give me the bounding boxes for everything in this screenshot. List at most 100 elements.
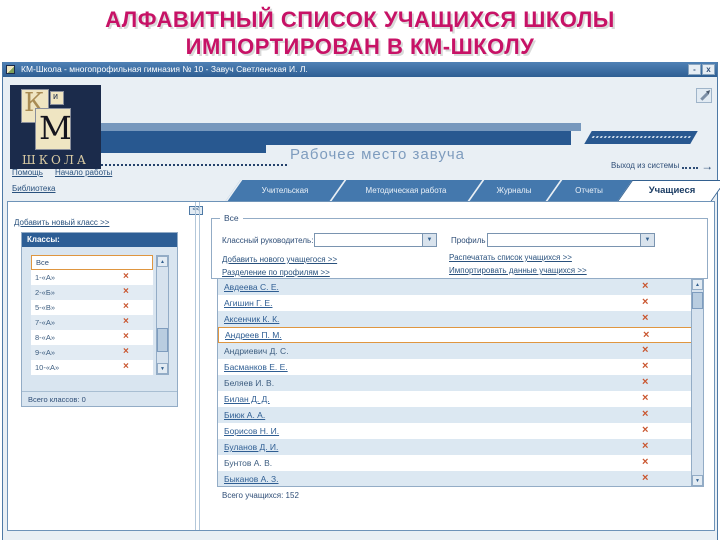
student-name: Беляев И. В. <box>224 378 275 388</box>
student-row[interactable]: Андриевич Д. С. × <box>218 343 703 359</box>
delete-student-icon[interactable]: × <box>642 473 648 484</box>
library-link[interactable]: Библиотека <box>12 184 56 193</box>
delete-student-icon[interactable]: × <box>642 345 648 356</box>
delete-student-icon[interactable]: × <box>642 393 648 404</box>
help-link[interactable]: Помощь <box>12 168 43 177</box>
student-name-link[interactable]: Буланов Д. И. <box>224 442 278 452</box>
profile-select[interactable]: ▼ <box>487 233 655 247</box>
class-list-scrollbar[interactable]: ▲ ▼ <box>156 255 169 375</box>
window-titlebar: КМ-Школа - многопрофильная гимназия № 10… <box>3 62 717 77</box>
close-button[interactable]: x <box>702 64 715 75</box>
delete-class-icon[interactable]: × <box>123 317 129 327</box>
student-name-link[interactable]: Билан Д. Д. <box>224 394 270 404</box>
logo-tile-m: М <box>36 109 72 149</box>
student-name-link[interactable]: Агишин Г. Е. <box>224 298 272 308</box>
delete-student-icon[interactable]: × <box>642 409 648 420</box>
student-name-link[interactable]: Андреев П. М. <box>225 330 282 340</box>
class-item[interactable]: 7-«А» × <box>31 315 153 330</box>
delete-class-icon[interactable]: × <box>123 347 129 357</box>
import-data-link[interactable]: Импортировать данные учащихся >> <box>449 266 587 275</box>
delete-class-icon[interactable]: × <box>123 332 129 342</box>
student-row[interactable]: Агишин Г. Е. × <box>218 295 703 311</box>
classes-panel-header: Классы: <box>22 233 177 247</box>
panel-splitter[interactable] <box>195 202 200 530</box>
class-item[interactable]: 8-«А» × <box>31 330 153 345</box>
header-band-left <box>101 131 266 153</box>
student-row-selected[interactable]: Андреев П. М. × <box>218 327 703 343</box>
delete-class-icon[interactable]: × <box>123 287 129 297</box>
slide: АЛФАВИТНЫЙ СПИСОК УЧАЩИХСЯ ШКОЛЫ ИМПОРТИ… <box>0 0 720 540</box>
teacher-select[interactable]: ▼ <box>314 233 437 247</box>
class-item[interactable]: 5-«В» × <box>31 300 153 315</box>
minimize-button[interactable]: - <box>688 64 701 75</box>
scroll-up-button[interactable]: ▲ <box>692 279 703 290</box>
student-name-link[interactable]: Басманков Е. Е. <box>224 362 288 372</box>
dropdown-arrow-icon[interactable]: ▼ <box>640 234 654 246</box>
tab-students[interactable]: Учащиеся <box>617 180 720 201</box>
student-name-link[interactable]: Авдеева С. Е. <box>224 282 279 292</box>
dotted-divider <box>101 158 287 166</box>
add-student-link[interactable]: Добавить нового учащегося >> <box>222 255 337 264</box>
student-row[interactable]: Басманков Е. Е. × <box>218 359 703 375</box>
class-item[interactable]: 10-«А» × <box>31 360 153 375</box>
tab-journals[interactable]: Журналы <box>467 180 561 201</box>
delete-student-icon[interactable]: × <box>642 377 648 388</box>
class-item[interactable]: 1-«А» × <box>31 270 153 285</box>
tab-methodical-work[interactable]: Методическая работа <box>329 180 483 201</box>
student-row[interactable]: Авдеева С. Е. × <box>218 279 703 295</box>
app-window: КМ-Школа - многопрофильная гимназия № 10… <box>2 62 720 540</box>
student-row[interactable]: Бунтов А. В. × <box>218 455 703 471</box>
classes-total: Всего классов: 0 <box>22 391 177 406</box>
logout-arrow-icon: → <box>701 158 714 173</box>
student-row[interactable]: Билан Д. Д. × <box>218 391 703 407</box>
delete-student-icon[interactable]: × <box>642 281 648 292</box>
class-item-all[interactable]: Все <box>31 255 153 270</box>
delete-student-icon[interactable]: × <box>642 361 648 372</box>
delete-student-icon[interactable]: × <box>642 425 648 436</box>
student-name: Бунтов А. В. <box>224 458 273 468</box>
student-row[interactable]: Биюк А. А. × <box>218 407 703 423</box>
students-total: Всего учащихся: 152 <box>222 491 299 500</box>
delete-student-icon[interactable]: × <box>642 297 648 308</box>
delete-class-icon[interactable]: × <box>123 272 129 282</box>
delete-class-icon[interactable]: × <box>123 302 129 312</box>
student-name-link[interactable]: Быканов А. З. <box>224 474 279 484</box>
scrollbar-thumb[interactable] <box>157 328 168 352</box>
slide-title-line2: ИМПОРТИРОВАН В КМ-ШКОЛУ <box>185 34 535 59</box>
student-name-link[interactable]: Биюк А. А. <box>224 410 265 420</box>
print-list-link[interactable]: Распечатать список учащихся >> <box>449 253 572 262</box>
student-row[interactable]: Борисов Н. И. × <box>218 423 703 439</box>
dropdown-arrow-icon[interactable]: ▼ <box>422 234 436 246</box>
student-row[interactable]: Быканов А. З. × <box>218 471 703 486</box>
split-profiles-link[interactable]: Разделение по профилям >> <box>222 268 330 277</box>
logo-tile-i: и <box>51 91 63 104</box>
km-school-logo: К и М ШКОЛА <box>10 85 101 169</box>
delete-class-icon[interactable]: × <box>123 362 129 372</box>
tab-bar: Учительская Методическая работа Журналы … <box>225 180 720 201</box>
scroll-up-button[interactable]: ▲ <box>157 256 168 267</box>
student-name-link[interactable]: Аксенчик К. К. <box>224 314 279 324</box>
scroll-down-button[interactable]: ▼ <box>157 363 168 374</box>
profile-label: Профиль : <box>451 236 490 245</box>
edit-button[interactable] <box>696 88 712 103</box>
delete-student-icon[interactable]: × <box>642 457 648 468</box>
student-name-link[interactable]: Борисов Н. И. <box>224 426 279 436</box>
tab-teachers-room[interactable]: Учительская <box>225 180 345 201</box>
scrollbar-thumb[interactable] <box>692 292 703 309</box>
student-row[interactable]: Беляев И. В. × <box>218 375 703 391</box>
delete-student-icon[interactable]: × <box>642 441 648 452</box>
scroll-down-button[interactable]: ▼ <box>692 475 703 486</box>
student-list-scrollbar[interactable]: ▲ ▼ <box>691 279 703 486</box>
classes-panel: Классы: Все 1-«А» × 2-«Б» × 5-«В» × 7-«А… <box>21 232 178 407</box>
student-row[interactable]: Буланов Д. И. × <box>218 439 703 455</box>
delete-student-icon[interactable]: × <box>643 330 649 341</box>
student-row[interactable]: Аксенчик К. К. × <box>218 311 703 327</box>
tab-reports[interactable]: Отчеты <box>545 180 633 201</box>
start-work-link[interactable]: Начало работы <box>55 168 112 177</box>
logout-link[interactable]: Выход из системы → <box>611 158 714 173</box>
add-class-link[interactable]: Добавить новый класс >> <box>14 218 109 227</box>
class-list: Все 1-«А» × 2-«Б» × 5-«В» × 7-«А» × 8-«А… <box>31 255 153 375</box>
delete-student-icon[interactable]: × <box>642 313 648 324</box>
class-item[interactable]: 2-«Б» × <box>31 285 153 300</box>
class-item[interactable]: 9-«А» × <box>31 345 153 360</box>
